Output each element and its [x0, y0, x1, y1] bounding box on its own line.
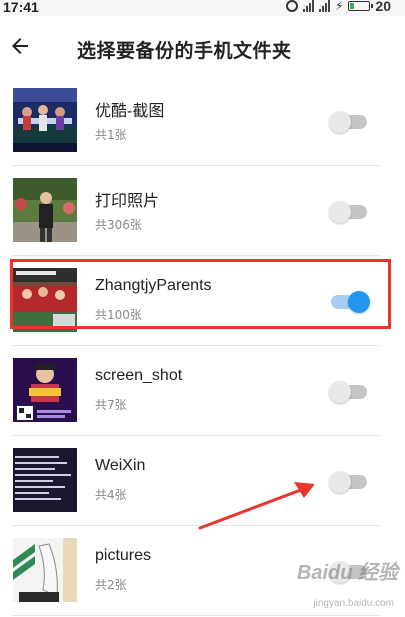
- arrow-annotation-icon: [198, 482, 315, 530]
- battery-level: 20: [375, 0, 391, 14]
- folder-thumbnail: [13, 538, 77, 602]
- folder-thumbnail: [13, 178, 77, 242]
- folder-name: 打印照片: [95, 193, 160, 210]
- backup-toggle[interactable]: [329, 110, 367, 133]
- battery-icon: [348, 1, 374, 11]
- app-screen: 17:41 ⚡ 20 选择要备份的手机文件夹 优酷-截图 共1张 打印照片 共3…: [0, 0, 405, 617]
- watermark: Baidu 经验 jingyan.baidu.com: [282, 556, 402, 616]
- folder-row[interactable]: 打印照片 共306张: [0, 166, 405, 256]
- backup-toggle[interactable]: [329, 470, 367, 493]
- folder-thumbnail: [13, 448, 77, 512]
- status-bar: 17:41 ⚡ 20: [0, 0, 405, 16]
- watermark-brand: Baidu 经验: [296, 562, 398, 584]
- status-time: 17:41: [3, 0, 39, 15]
- highlight-annotation: [10, 259, 391, 329]
- back-arrow-icon: [12, 38, 28, 54]
- folder-count: 共1张: [95, 128, 127, 142]
- folder-thumbnail: [13, 358, 77, 422]
- watermark-url: jingyan.baidu.com: [313, 598, 394, 609]
- folder-name: 优酷-截图: [95, 103, 165, 120]
- alarm-icon: [285, 0, 298, 12]
- folder-count: 共2张: [95, 578, 127, 592]
- signal-icon: [302, 0, 314, 12]
- back-button[interactable]: [8, 34, 32, 58]
- page-title: 选择要备份的手机文件夹: [77, 40, 292, 62]
- folder-name: screen_shot: [95, 367, 183, 384]
- top-app-bar: 选择要备份的手机文件夹: [0, 16, 405, 76]
- backup-toggle[interactable]: [329, 380, 367, 403]
- status-icons: ⚡ 20: [285, 0, 391, 14]
- folder-name: pictures: [95, 547, 152, 564]
- charging-icon: ⚡: [334, 0, 344, 13]
- folder-count: 共7张: [95, 398, 127, 412]
- folder-row[interactable]: 优酷-截图 共1张: [0, 76, 405, 166]
- signal-icon: [318, 0, 330, 12]
- folder-count: 共306张: [95, 218, 142, 232]
- folder-count: 共4张: [95, 488, 127, 502]
- backup-toggle[interactable]: [329, 200, 367, 223]
- folder-name: WeiXin: [95, 457, 146, 474]
- folder-row[interactable]: screen_shot 共7张: [0, 346, 405, 436]
- folder-thumbnail: [13, 88, 77, 152]
